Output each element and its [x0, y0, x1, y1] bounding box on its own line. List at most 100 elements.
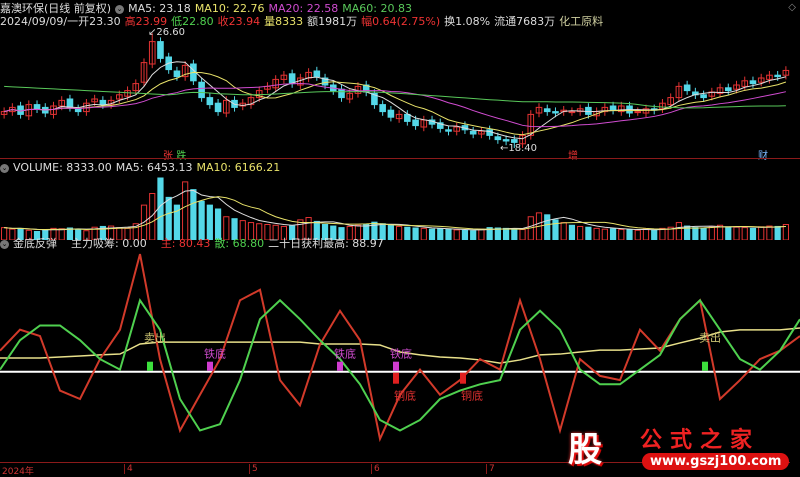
low-price-value: 18.40: [508, 143, 538, 154]
axis-year: 2024年: [2, 467, 34, 477]
sell-signal-label: 卖出: [144, 331, 166, 345]
candle-body: [511, 139, 518, 143]
dropdown-icon[interactable]: ⌄: [115, 4, 125, 14]
volume-bar: [585, 226, 592, 240]
axis-month: 7: [486, 464, 495, 474]
candle-body: [157, 41, 164, 59]
watermark-logo: 股 公式之家 www.gszj100.com: [560, 420, 800, 475]
price-chart[interactable]: [0, 28, 800, 156]
ma60-value: MA60: 20.83: [342, 2, 412, 15]
volume-bar: [618, 229, 625, 240]
volume-bar: [519, 229, 526, 240]
dropdown-icon[interactable]: ⌄: [0, 163, 9, 173]
indicator-title: 金底反弹: [13, 237, 57, 250]
indicator-header: ⌄ 金底反弹 主力吸筹: 0.00 主: 80.43 散: 68.80 二十日获利最高: …: [0, 237, 388, 250]
iron-bottom-signal: [207, 361, 213, 371]
candle-body: [585, 106, 592, 115]
candle-body: [502, 139, 510, 142]
change: 幅0.64(2.75%): [361, 15, 441, 28]
candle-body: [214, 102, 222, 113]
volume-bar: [749, 227, 757, 240]
candle-body: [387, 109, 395, 118]
volume-bar: [577, 225, 584, 240]
sell-signal: [702, 361, 708, 371]
float-shares: 流通7683万: [494, 15, 556, 28]
candle-body: [74, 108, 82, 113]
volume-bar: [165, 196, 172, 240]
volume-bar: [651, 229, 658, 240]
candle-body: [412, 119, 419, 127]
volume-header: ⌄ VOLUME: 8333.00 MA5: 6453.13 MA10: 6166.2…: [0, 161, 284, 174]
candle-body: [99, 99, 107, 106]
volume: 量8333: [264, 15, 304, 28]
logo-title: 公式之家: [640, 428, 761, 453]
volume-bar: [593, 227, 600, 240]
iron-bottom-signal-label: 铁底: [390, 347, 412, 361]
volume-bar: [214, 208, 222, 240]
candle-body: [66, 98, 74, 108]
volume-bar: [478, 228, 485, 240]
copper-bottom-signal: [393, 372, 399, 384]
volume-bar: [502, 227, 510, 240]
axis-month: 4: [124, 464, 133, 474]
volume-bar: [601, 228, 608, 240]
volume-bar: [453, 229, 460, 240]
marker-increase[interactable]: 增: [568, 147, 578, 162]
dropdown-icon[interactable]: ⌄: [0, 239, 9, 249]
candle-body: [173, 70, 181, 78]
event-markers-1: 张 跌: [163, 147, 186, 162]
iron-bottom-signal-label: 铁底: [204, 347, 226, 361]
diamond-icon[interactable]: ◇: [788, 2, 796, 13]
candle-body: [338, 88, 345, 99]
quote-header: 2024/09/09/一开23.30 高23.99 低22.80 收23.94 量833…: [0, 15, 607, 28]
volume-ma10: MA10: 6166.21: [196, 161, 281, 174]
turnover: 换1.08%: [444, 15, 491, 28]
volume-bar: [692, 227, 699, 240]
high-price-label: ↙26.60: [148, 27, 186, 38]
volume-ma10-line: [4, 196, 786, 230]
volume-bar: [741, 227, 748, 240]
candle-body: [494, 136, 502, 141]
open: 开23.30: [78, 15, 121, 28]
volume-bar: [766, 225, 773, 240]
volume-bar: [412, 227, 419, 240]
industry: 化工原料: [559, 15, 604, 28]
candle-body: [683, 84, 691, 92]
volume-bar: [700, 227, 707, 240]
volume-bar: [626, 229, 633, 240]
volume-bar: [552, 219, 559, 240]
panel-divider: [0, 158, 800, 159]
candle-body: [568, 111, 576, 114]
volume-bar: [206, 204, 213, 240]
sell-signal-label: 卖出: [699, 331, 721, 345]
copper-bottom-label: 铜底: [394, 389, 416, 403]
ma5-line: [3, 61, 787, 140]
volume-bar: [634, 229, 641, 240]
ma5-value: MA5: 23.18: [128, 2, 191, 15]
copper-bottom-signal: [460, 372, 466, 384]
iron-bottom-signal: [337, 361, 343, 371]
volume-bar: [544, 214, 551, 240]
candle-body: [634, 111, 642, 114]
amount: 额1981万: [307, 15, 358, 28]
logo-gu: 股: [568, 430, 602, 470]
main-force-line: [0, 253, 800, 443]
axis-month: 5: [249, 464, 258, 474]
volume-bar: [560, 222, 567, 240]
candle-body: [469, 130, 477, 135]
main-value: 主: 80.43: [160, 237, 211, 250]
volume-bar: [758, 226, 765, 240]
volume-chart[interactable]: [0, 174, 800, 240]
volume-bar: [437, 228, 444, 240]
volume-bar: [157, 177, 164, 240]
iron-bottom-signal-label: 铁底: [334, 347, 356, 361]
marker-finance[interactable]: 财: [758, 147, 768, 162]
candle-body: [724, 87, 732, 92]
max20-value: 二十日获利最高: 88.97: [268, 237, 384, 250]
volume-bar: [404, 226, 411, 240]
volume-title: VOLUME: 8333.00: [13, 161, 112, 174]
volume-bar: [675, 222, 683, 240]
date: 2024/09/09/一: [0, 15, 79, 28]
high-price-value: 26.60: [156, 27, 186, 38]
volume-bar: [511, 228, 518, 240]
